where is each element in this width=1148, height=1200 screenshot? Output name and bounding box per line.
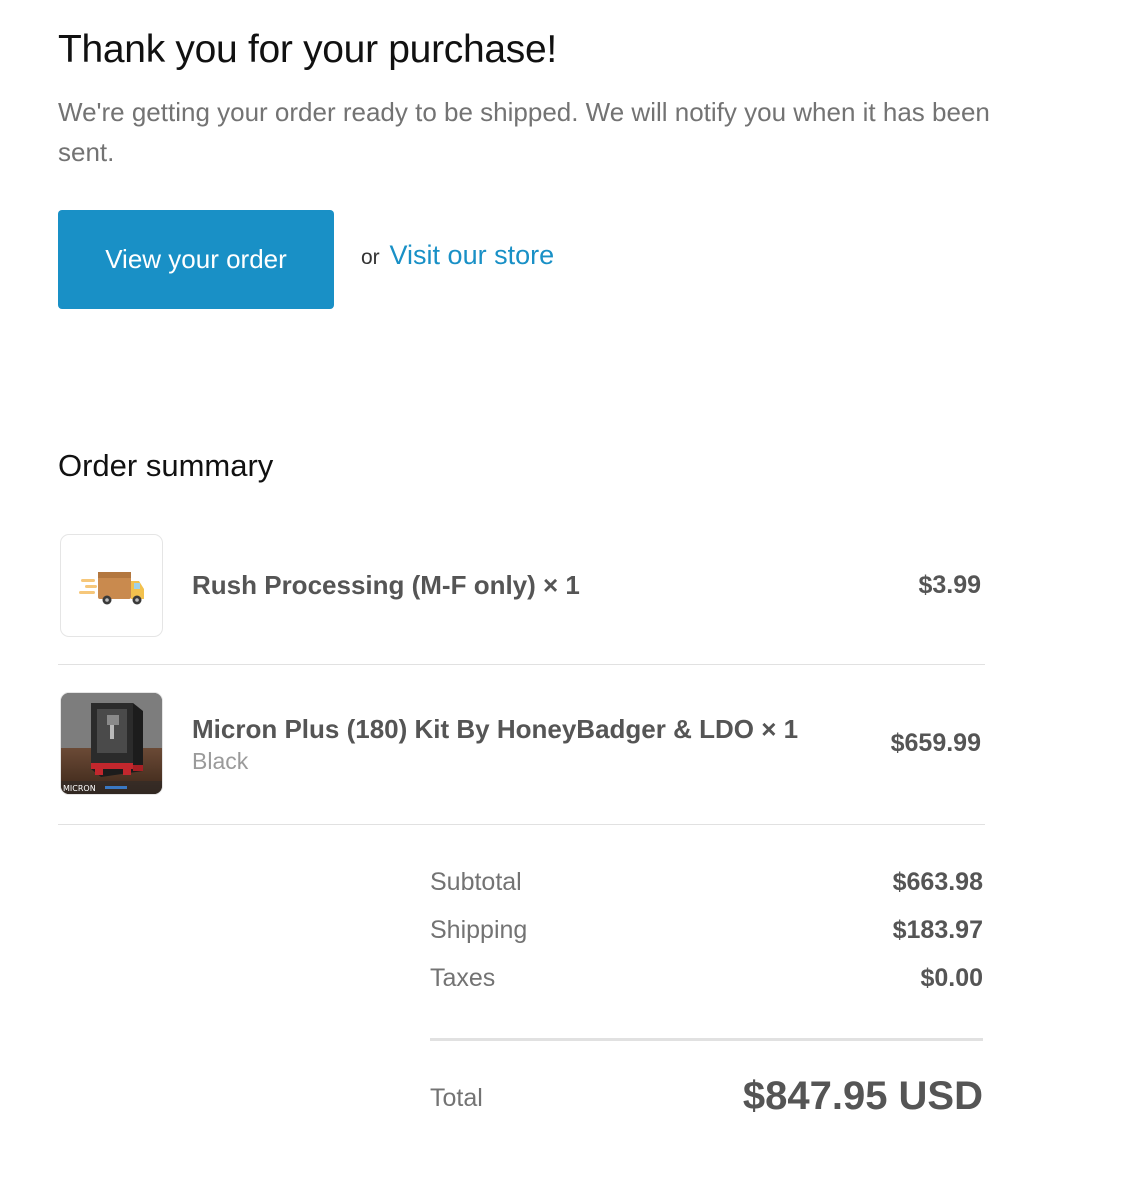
- store-link-group: or Visit our store: [361, 240, 554, 271]
- taxes-value: $0.00: [920, 964, 983, 992]
- item-name: Rush Processing (M-F only) × 1: [192, 570, 580, 600]
- item-price: $3.99: [918, 571, 981, 599]
- delivery-truck-icon: [60, 534, 163, 637]
- line-item: Rush Processing (M-F only) × 1 $3.99: [58, 532, 985, 665]
- total-label: Total: [430, 1084, 483, 1112]
- svg-text:MICRON: MICRON: [63, 784, 96, 793]
- order-summary-title: Order summary: [58, 448, 274, 483]
- shipping-notice: We're getting your order ready to be shi…: [58, 97, 990, 167]
- subtotal-label: Subtotal: [430, 868, 522, 896]
- line-item: MICRON Micron Plus (180) Kit By HoneyBad…: [58, 690, 985, 825]
- taxes-row: Taxes $0.00: [430, 962, 983, 1010]
- page-title: Thank you for your purchase!: [58, 28, 557, 71]
- totals-table: Subtotal $663.98 Shipping $183.97 Taxes …: [430, 866, 983, 1010]
- product-image: MICRON: [60, 692, 163, 795]
- taxes-label: Taxes: [430, 964, 496, 992]
- shipping-value: $183.97: [892, 916, 983, 944]
- item-name: Micron Plus (180) Kit By HoneyBadger & L…: [192, 714, 799, 744]
- visit-store-link[interactable]: Visit our store: [390, 240, 555, 270]
- item-variant: Black: [192, 748, 249, 774]
- total-divider: [430, 1038, 983, 1041]
- total-row: Total $847.95 USD: [430, 1074, 983, 1126]
- item-price: $659.99: [890, 729, 981, 757]
- subtotal-value: $663.98: [892, 868, 983, 896]
- shipping-label: Shipping: [430, 916, 528, 944]
- shipping-row: Shipping $183.97: [430, 914, 983, 962]
- total-value: $847.95 USD: [742, 1074, 983, 1118]
- subtotal-row: Subtotal $663.98: [430, 866, 983, 914]
- or-text: or: [361, 246, 380, 269]
- view-order-button[interactable]: View your order: [58, 210, 334, 309]
- order-confirmation-page: Thank you for your purchase! We're getti…: [0, 0, 1148, 1200]
